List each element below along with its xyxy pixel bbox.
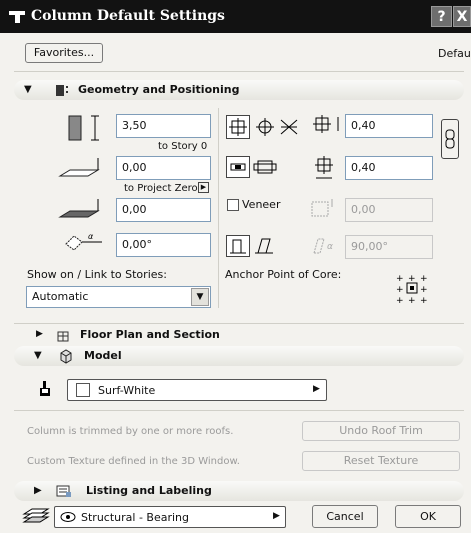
undo-roof-trim-button[interactable]: Undo Roof Trim [302, 421, 460, 441]
svg-text:+: + [396, 296, 404, 306]
layer-select[interactable]: Structural - Bearing ▶ [54, 506, 286, 528]
veneer-icon [311, 199, 333, 217]
show-on-label: Show on / Link to Stories: [27, 268, 167, 281]
floorplan-icon [57, 331, 69, 342]
slant-icon[interactable] [252, 235, 278, 257]
column-divider [218, 108, 219, 308]
anchor-icon[interactable]: + + + + + + + + [393, 272, 433, 306]
svg-text:α: α [88, 232, 94, 241]
geometry-header-label: Geometry and Positioning [78, 83, 240, 96]
height-icon [68, 115, 99, 141]
angle-icon: α [65, 232, 102, 251]
veneer-label: Veneer [242, 198, 281, 211]
help-button[interactable]: ? [431, 6, 452, 27]
slant-angle-icon: α [313, 238, 333, 254]
chevron-down-icon[interactable]: ▼ [191, 288, 209, 306]
layer-value: Structural - Bearing [81, 511, 189, 524]
bottom-icon [58, 158, 100, 177]
floorplan-header[interactable]: Floor Plan and Section [80, 328, 220, 341]
geometry-icon [56, 85, 68, 96]
title-bar: Column Default Settings ? X [0, 0, 471, 33]
model-section-header[interactable]: ▼ Model [14, 346, 464, 366]
app-icon [9, 11, 25, 23]
model-icon [60, 349, 72, 364]
svg-text:+: + [420, 274, 428, 284]
svg-text:+: + [396, 285, 404, 295]
show-on-select[interactable]: Automatic [26, 286, 211, 308]
link-icon [445, 129, 455, 149]
svg-text:α: α [327, 242, 333, 252]
veneer-checkbox[interactable] [227, 199, 239, 211]
depth-icon [315, 156, 333, 179]
divider [14, 410, 464, 411]
veneer-type-icon[interactable] [252, 156, 278, 178]
close-button[interactable]: X [453, 6, 471, 27]
reset-texture-button[interactable]: Reset Texture [302, 451, 460, 471]
surface-select[interactable]: Surf-White ▶ [67, 379, 327, 401]
roof-trim-message: Column is trimmed by one or more roofs. [27, 426, 234, 437]
brush-icon [40, 381, 50, 396]
rect-column-button[interactable] [226, 115, 250, 139]
expand-triangle-icon: ▼ [24, 84, 32, 95]
width-input[interactable]: 0,40 [345, 114, 433, 138]
cross-section-icon[interactable] [278, 115, 300, 139]
cancel-button[interactable]: Cancel [312, 505, 378, 528]
listing-icon [56, 485, 71, 497]
window-title: Column Default Settings [31, 8, 225, 24]
depth-input[interactable]: 0,40 [345, 156, 433, 180]
divider [14, 71, 464, 72]
default-label: Default [438, 47, 471, 60]
rect-icon [229, 118, 247, 136]
core-button[interactable] [226, 156, 250, 178]
anchor-label: Anchor Point of Core: [225, 268, 342, 281]
reference-popup-icon[interactable]: ▶ [198, 182, 209, 193]
height-input[interactable]: 3,50 [116, 114, 211, 138]
width-icon [313, 115, 339, 133]
offset-input[interactable]: 0,00 [116, 198, 211, 222]
listing-section-header[interactable]: ▶ Listing and Labeling [14, 481, 464, 501]
expand-triangle-icon: ▼ [34, 350, 42, 361]
bottom-reference-label: to Project Zero [124, 183, 198, 194]
favorites-button[interactable]: Favorites... [25, 43, 103, 63]
height-reference-label: to Story 0 [158, 141, 208, 152]
texture-message: Custom Texture defined in the 3D Window. [27, 456, 240, 467]
chevron-right-icon: ▶ [273, 511, 280, 521]
svg-text:+: + [420, 296, 428, 306]
surface-swatch [76, 383, 90, 397]
svg-text:+: + [420, 285, 428, 295]
ok-button[interactable]: OK [395, 505, 461, 528]
core-icon [230, 163, 246, 171]
vertical-column-button[interactable] [226, 235, 250, 257]
layers-icon [22, 508, 50, 523]
circle-icon[interactable] [253, 115, 277, 139]
listing-header-label: Listing and Labeling [86, 484, 212, 497]
divider [14, 323, 464, 324]
collapsed-triangle-icon: ▶ [34, 485, 42, 496]
slant-input[interactable]: 90,00° [345, 235, 433, 259]
veneer-input[interactable]: 0,00 [345, 198, 433, 222]
bottom-input[interactable]: 0,00 [116, 156, 211, 180]
surface-value: Surf-White [98, 384, 156, 397]
svg-text:+: + [408, 296, 416, 306]
show-on-value: Automatic [32, 290, 89, 303]
angle-input[interactable]: 0,00° [116, 233, 211, 257]
svg-text:+: + [396, 274, 404, 284]
model-header-label: Model [84, 349, 122, 362]
chevron-right-icon: ▶ [313, 384, 320, 394]
vertical-icon [230, 239, 246, 254]
eye-icon [60, 512, 76, 522]
geometry-section-header[interactable]: ▼ Geometry and Positioning [14, 80, 464, 100]
link-button[interactable] [441, 119, 459, 159]
offset-icon [58, 199, 100, 218]
collapsed-triangle-icon[interactable]: ▶ [36, 329, 43, 339]
